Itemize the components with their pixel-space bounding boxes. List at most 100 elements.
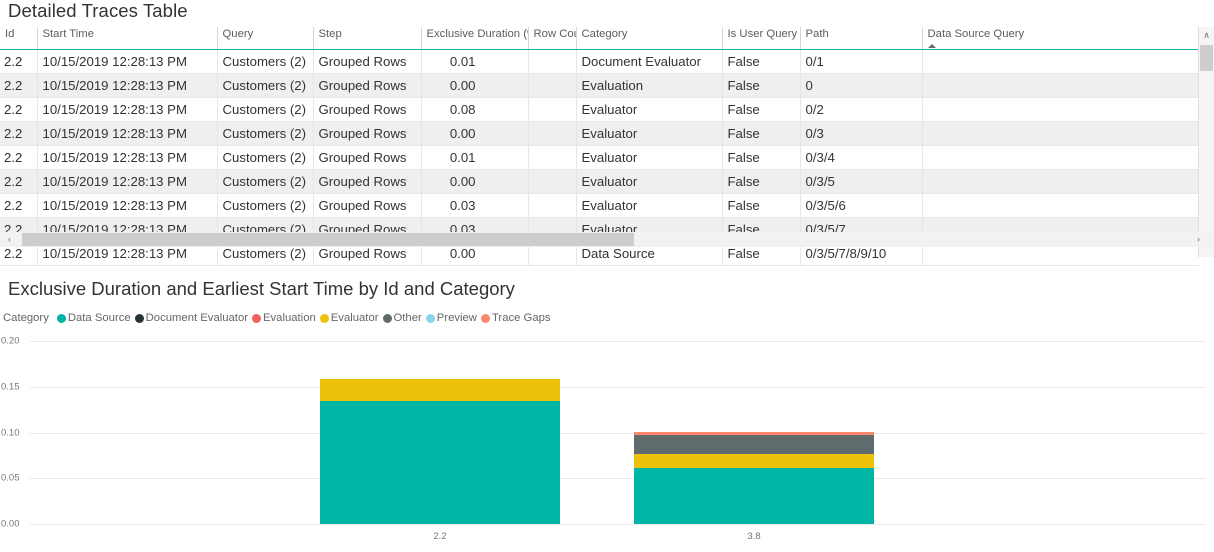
- cell-start_time: 10/15/2019 12:28:13 PM: [37, 194, 217, 218]
- cell-id: 2.2: [0, 98, 37, 122]
- table-row[interactable]: 2.210/15/2019 12:28:13 PMCustomers (2)Gr…: [0, 122, 1199, 146]
- gridline: [30, 478, 1206, 479]
- table-horizontal-scrollbar[interactable]: ‹ ›: [0, 232, 1214, 247]
- chart-title: Exclusive Duration and Earliest Start Ti…: [8, 278, 515, 300]
- column-header-data-source-query-label: Data Source Query: [928, 28, 1025, 40]
- column-header-step[interactable]: Step: [313, 27, 421, 50]
- legend-title: Category: [3, 312, 49, 324]
- vertical-scrollbar-thumb[interactable]: [1200, 45, 1213, 71]
- legend-item-preview[interactable]: Preview: [426, 312, 477, 324]
- cell-is_user_query: False: [722, 98, 800, 122]
- x-axis-tick-label: 3.8: [714, 531, 794, 542]
- cell-start_time: 10/15/2019 12:28:13 PM: [37, 146, 217, 170]
- y-axis-tick-label: 0.15: [1, 381, 20, 392]
- cell-is_user_query: False: [722, 50, 800, 74]
- legend-item-evaluator[interactable]: Evaluator: [320, 312, 379, 324]
- table-row[interactable]: 2.210/15/2019 12:28:13 PMCustomers (2)Gr…: [0, 74, 1199, 98]
- legend-swatch-icon: [135, 314, 144, 323]
- cell-is_user_query: False: [722, 194, 800, 218]
- cell-category: Document Evaluator: [576, 50, 722, 74]
- legend-swatch-icon: [320, 314, 329, 323]
- cell-data_source_query: [922, 194, 1199, 218]
- cell-exclusive_duration: 0.00: [421, 170, 528, 194]
- cell-exclusive_duration: 0.00: [421, 122, 528, 146]
- cell-path: 0/3/5: [800, 170, 922, 194]
- table-row[interactable]: 2.210/15/2019 12:28:13 PMCustomers (2)Gr…: [0, 170, 1199, 194]
- exclusive-duration-chart-visual: Exclusive Duration and Earliest Start Ti…: [0, 278, 1214, 552]
- cell-step: Grouped Rows: [313, 98, 421, 122]
- cell-path: 0: [800, 74, 922, 98]
- stacked-bar[interactable]: [634, 332, 874, 524]
- cell-id: 2.2: [0, 194, 37, 218]
- chart-legend: Category Data Source Document Evaluator Ev…: [3, 312, 555, 324]
- column-header-data-source-query[interactable]: Data Source Query: [922, 27, 1199, 50]
- y-axis-tick-label: 0.05: [1, 473, 20, 484]
- detailed-traces-table-visual: Detailed Traces Table Id Start Time Quer…: [0, 0, 1214, 278]
- scroll-right-icon[interactable]: ›: [1191, 232, 1206, 247]
- bar-segment-evaluator[interactable]: [634, 454, 874, 468]
- cell-step: Grouped Rows: [313, 50, 421, 74]
- x-axis-tick-label: 2.2: [400, 531, 480, 542]
- cell-query: Customers (2): [217, 122, 313, 146]
- scroll-up-icon[interactable]: ∧: [1199, 27, 1214, 43]
- cell-row_count: [528, 194, 576, 218]
- cell-id: 2.2: [0, 122, 37, 146]
- legend-swatch-icon: [383, 314, 392, 323]
- sort-ascending-icon: [928, 44, 936, 48]
- bar-segment-data-source[interactable]: [634, 468, 874, 524]
- legend-label: Other: [394, 312, 422, 324]
- column-header-id[interactable]: Id: [0, 27, 37, 50]
- legend-item-other[interactable]: Other: [383, 312, 422, 324]
- cell-path: 0/1: [800, 50, 922, 74]
- table-row[interactable]: 2.210/15/2019 12:28:13 PMCustomers (2)Gr…: [0, 146, 1199, 170]
- column-header-query[interactable]: Query: [217, 27, 313, 50]
- cell-id: 2.2: [0, 50, 37, 74]
- table-row[interactable]: 2.210/15/2019 12:28:13 PMCustomers (2)Gr…: [0, 98, 1199, 122]
- cell-path: 0/2: [800, 98, 922, 122]
- bar-segment-data-source[interactable]: [320, 401, 560, 524]
- cell-category: Evaluator: [576, 146, 722, 170]
- cell-row_count: [528, 122, 576, 146]
- cell-data_source_query: [922, 170, 1199, 194]
- cell-path: 0/3/5/6: [800, 194, 922, 218]
- table-row[interactable]: 2.210/15/2019 12:28:13 PMCustomers (2)Gr…: [0, 50, 1199, 74]
- column-header-start-time[interactable]: Start Time: [37, 27, 217, 50]
- column-header-category[interactable]: Category: [576, 27, 722, 50]
- legend-item-document-evaluator[interactable]: Document Evaluator: [135, 312, 248, 324]
- legend-item-evaluation[interactable]: Evaluation: [252, 312, 316, 324]
- bar-segment-trace-gaps[interactable]: [634, 432, 874, 436]
- cell-is_user_query: False: [722, 74, 800, 98]
- legend-label: Evaluation: [263, 312, 316, 324]
- column-header-row-count[interactable]: Row Count: [528, 27, 576, 50]
- bar-segment-other[interactable]: [634, 435, 874, 454]
- cell-start_time: 10/15/2019 12:28:13 PM: [37, 122, 217, 146]
- cell-category: Evaluator: [576, 170, 722, 194]
- cell-query: Customers (2): [217, 146, 313, 170]
- column-header-path[interactable]: Path: [800, 27, 922, 50]
- column-header-is-user-query[interactable]: Is User Query: [722, 27, 800, 50]
- cell-is_user_query: False: [722, 146, 800, 170]
- table-scroll-area[interactable]: Id Start Time Query Step Exclusive Durat…: [0, 27, 1214, 257]
- stacked-bar[interactable]: [320, 332, 560, 524]
- scroll-left-icon[interactable]: ‹: [2, 232, 17, 247]
- legend-item-data-source[interactable]: Data Source: [57, 312, 131, 324]
- legend-label: Document Evaluator: [146, 312, 248, 324]
- bar-segment-evaluator[interactable]: [320, 379, 560, 401]
- cell-path: 0/3/4: [800, 146, 922, 170]
- cell-exclusive_duration: 0.08: [421, 98, 528, 122]
- column-header-exclusive-duration[interactable]: Exclusive Duration (%): [421, 27, 528, 50]
- table-row[interactable]: 2.210/15/2019 12:28:13 PMCustomers (2)Gr…: [0, 194, 1199, 218]
- cell-is_user_query: False: [722, 122, 800, 146]
- cell-category: Evaluation: [576, 74, 722, 98]
- legend-label: Evaluator: [331, 312, 379, 324]
- horizontal-scrollbar-thumb[interactable]: [22, 233, 634, 246]
- cell-exclusive_duration: 0.01: [421, 146, 528, 170]
- cell-start_time: 10/15/2019 12:28:13 PM: [37, 98, 217, 122]
- legend-label: Data Source: [68, 312, 131, 324]
- cell-data_source_query: [922, 50, 1199, 74]
- gridline: [30, 433, 1206, 434]
- traces-table: Id Start Time Query Step Exclusive Durat…: [0, 27, 1199, 266]
- table-vertical-scrollbar[interactable]: ∧ ∨: [1198, 27, 1214, 257]
- cell-data_source_query: [922, 74, 1199, 98]
- legend-item-trace-gaps[interactable]: Trace Gaps: [481, 312, 551, 324]
